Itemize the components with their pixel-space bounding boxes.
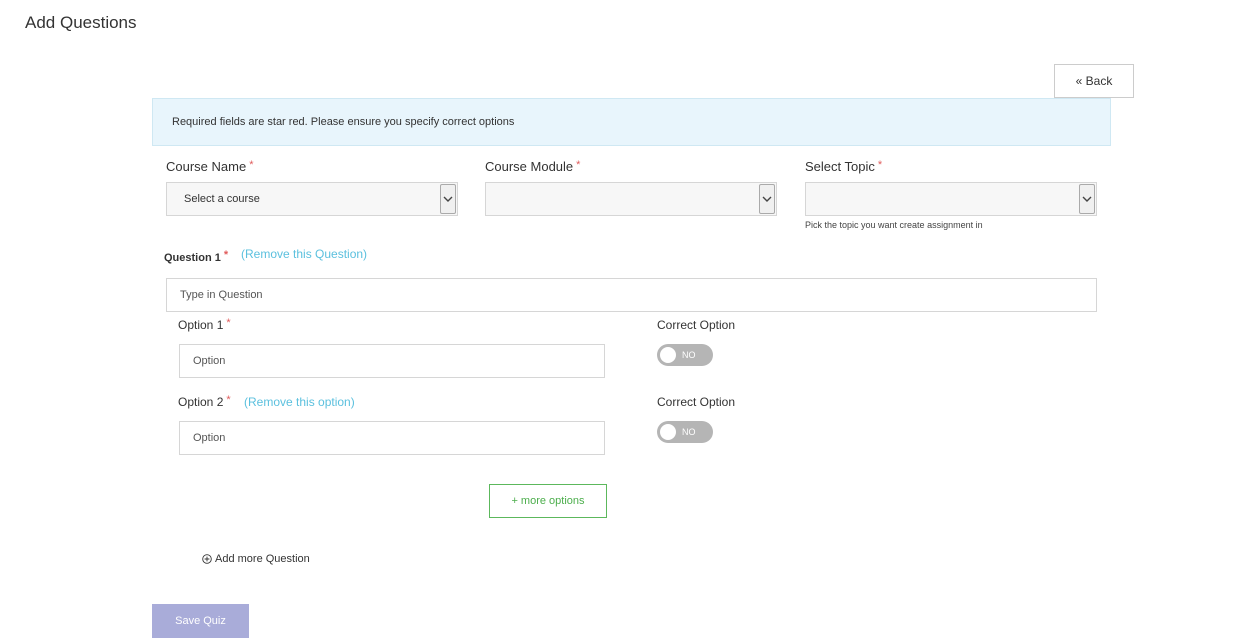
remove-option-link[interactable]: (Remove this option) <box>244 395 355 409</box>
toggle-state-text: NO <box>682 427 696 437</box>
question-input-placeholder: Type in Question <box>180 289 263 301</box>
question-label-text: Question 1 <box>164 252 221 264</box>
toggle-knob <box>660 424 676 440</box>
required-star: * <box>249 159 254 171</box>
select-topic-help: Pick the topic you want create assignmen… <box>805 220 983 230</box>
option-1-input-placeholder: Option <box>193 355 226 367</box>
option-1-input[interactable]: Option <box>179 344 605 378</box>
remove-question-link[interactable]: (Remove this Question) <box>241 247 367 261</box>
option-1-correct-toggle[interactable]: NO <box>657 344 713 366</box>
course-name-label: Course Name * <box>166 159 253 174</box>
notice-text: Required fields are star red. Please ens… <box>172 116 515 128</box>
question-input[interactable]: Type in Question <box>166 278 1097 312</box>
required-star: * <box>226 394 231 406</box>
chevron-down-icon <box>759 184 775 214</box>
add-more-question-label: Add more Question <box>215 553 310 565</box>
page-title: Add Questions <box>25 13 137 32</box>
option-2-label-text: Option 2 <box>178 395 224 409</box>
option-1-label: Option 1 * <box>178 317 231 332</box>
save-quiz-button[interactable]: Save Quiz <box>152 604 249 638</box>
required-fields-notice: Required fields are star red. Please ens… <box>152 98 1111 146</box>
course-name-label-text: Course Name <box>166 159 247 174</box>
question-label: Question 1 * <box>164 249 229 264</box>
course-module-select[interactable] <box>485 182 777 216</box>
required-star: * <box>576 159 581 171</box>
toggle-knob <box>660 347 676 363</box>
more-options-button[interactable]: + more options <box>489 484 607 518</box>
required-star: * <box>223 249 229 261</box>
course-name-select-value: Select a course <box>184 193 260 205</box>
course-module-label-text: Course Module <box>485 159 574 174</box>
option-2-label: Option 2 * <box>178 394 231 409</box>
plus-circle-icon <box>202 554 212 564</box>
option-1-label-text: Option 1 <box>178 318 224 332</box>
chevron-down-icon <box>440 184 456 214</box>
select-topic-label: Select Topic * <box>805 159 882 174</box>
select-topic-label-text: Select Topic <box>805 159 875 174</box>
option-2-correct-toggle[interactable]: NO <box>657 421 713 443</box>
option-2-input-placeholder: Option <box>193 432 226 444</box>
course-module-label: Course Module * <box>485 159 580 174</box>
chevron-down-icon <box>1079 184 1095 214</box>
required-star: * <box>226 317 231 329</box>
option-2-correct-label: Correct Option <box>657 395 736 409</box>
toggle-state-text: NO <box>682 350 696 360</box>
back-button[interactable]: « Back <box>1054 64 1134 98</box>
course-name-select[interactable]: Select a course <box>166 182 458 216</box>
select-topic-select[interactable] <box>805 182 1097 216</box>
option-2-input[interactable]: Option <box>179 421 605 455</box>
option-1-correct-label: Correct Option <box>657 318 736 332</box>
required-star: * <box>877 159 883 171</box>
add-more-question-button[interactable]: Add more Question <box>202 553 310 565</box>
